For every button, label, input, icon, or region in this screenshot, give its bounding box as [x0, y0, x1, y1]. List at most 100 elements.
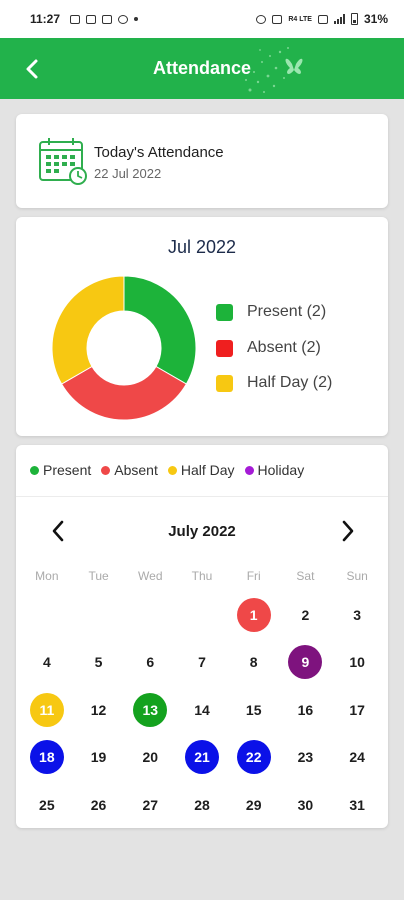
calendar-day-13[interactable]: 13 — [124, 686, 176, 734]
calendar-day-29[interactable]: 29 — [228, 781, 280, 829]
calendar-legend-label: Present — [43, 462, 92, 478]
calendar-legend-label: Half Day — [180, 462, 235, 478]
calendar-day-19[interactable]: 19 — [73, 734, 125, 782]
calendar-legend: Present Absent Half Day Holiday — [30, 462, 304, 478]
monthly-summary-card: Jul 2022 Present (2) Absent (2) Half Day… — [16, 217, 388, 436]
calendar-day-14[interactable]: 14 — [176, 686, 228, 734]
legend-half-day-swatch — [216, 374, 233, 392]
attendance-donut-chart — [51, 275, 197, 421]
legend-absent-swatch — [216, 339, 233, 357]
calendar-day-number: 5 — [94, 654, 103, 671]
calendar-day-28[interactable]: 28 — [176, 781, 228, 829]
calendar-day-8[interactable]: 8 — [228, 639, 280, 687]
calendar-day-24[interactable]: 24 — [331, 734, 383, 782]
calendar-day-number: 12 — [90, 701, 107, 718]
calendar-day-26[interactable]: 26 — [73, 781, 125, 829]
calendar-day-6[interactable]: 6 — [124, 639, 176, 687]
status-time: 11:27 — [30, 12, 61, 26]
today-attendance-date: 22 Jul 2022 — [94, 166, 162, 181]
calendar-day-25[interactable]: 25 — [21, 781, 73, 829]
donut-slice-half-day — [51, 275, 125, 385]
calendar-legend-half-day: Half Day — [167, 462, 235, 478]
calendar-day-number: 25 — [39, 796, 55, 813]
wifi-icon — [317, 14, 328, 24]
calendar-day-2[interactable]: 2 — [280, 591, 332, 639]
calendar-day-11[interactable]: 11 — [21, 686, 73, 734]
legend-present-label: Present (2) — [247, 303, 327, 320]
calendar-day-number: 17 — [349, 701, 365, 718]
calendar-day-10[interactable]: 10 — [331, 639, 383, 687]
calendar-day-number: 22 — [236, 740, 271, 775]
calendar-day-number: 29 — [245, 796, 262, 813]
today-attendance-title: Today's Attendance — [94, 144, 224, 161]
present-dot-icon — [30, 465, 39, 475]
calendar-day-number: 7 — [198, 654, 206, 671]
calendar-day-number: 19 — [90, 749, 107, 766]
battery-percent: 31% — [363, 12, 388, 26]
calendar-day-18[interactable]: 18 — [21, 734, 73, 782]
calendar-day-31[interactable]: 31 — [331, 781, 383, 829]
app-bar: Attendance — [0, 38, 404, 99]
calendar-day-7[interactable]: 7 — [176, 639, 228, 687]
message-icon — [70, 14, 81, 24]
calendar-day-22[interactable]: 22 — [228, 734, 280, 782]
page-title: Attendance — [152, 58, 251, 78]
calendar-day-23[interactable]: 23 — [280, 734, 332, 782]
summary-month-title: Jul 2022 — [167, 237, 237, 257]
calendar-day-30[interactable]: 30 — [280, 781, 332, 829]
calendar-day-number: 28 — [194, 796, 210, 813]
calendar-day-16[interactable]: 16 — [280, 686, 332, 734]
calendar-card: Present Absent Half Day Holiday July 202… — [16, 445, 388, 828]
weekday-label: Sun — [346, 569, 368, 583]
calendar-day-number: 23 — [297, 749, 314, 766]
gallery-icon — [86, 14, 97, 24]
network-speed: R4 LTE — [288, 15, 312, 23]
calendar-day-number: 30 — [297, 796, 314, 813]
calendar-day-number: 18 — [29, 740, 64, 775]
today-attendance-card[interactable]: Today's Attendance 22 Jul 2022 — [16, 114, 388, 208]
calendar-day-number: 24 — [349, 749, 365, 766]
calendar-empty-cell — [21, 591, 73, 639]
calendar-day-9[interactable]: 9 — [280, 639, 332, 687]
holiday-dot-icon — [244, 465, 254, 475]
calendar-day-number: 20 — [142, 749, 159, 766]
calendar-empty-cell — [124, 591, 176, 639]
calendar-day-27[interactable]: 27 — [124, 781, 176, 829]
calendar-day-1[interactable]: 1 — [228, 591, 280, 639]
weekday-label: Mon — [35, 569, 59, 583]
weekday-label: Thu — [191, 569, 213, 583]
legend-present: Present (2) — [216, 303, 326, 321]
next-month-button[interactable] — [334, 517, 362, 545]
status-bar: 11:27 R4 LTE 31% — [0, 0, 404, 38]
weekday-label: Wed — [138, 569, 163, 583]
battery-icon — [350, 13, 358, 25]
calendar-days-grid: 1 2 3 4 5 6 7 8 9 10 11 12 13 14 15 16 17 18 19 20 21 22 23 24 2… — [21, 591, 383, 829]
calendar-empty-cell — [176, 591, 228, 639]
calendar-day-number: 15 — [245, 701, 262, 718]
calendar-day-number: 9 — [288, 645, 323, 680]
calendar-day-17[interactable]: 17 — [331, 686, 383, 734]
calendar-day-15[interactable]: 15 — [228, 686, 280, 734]
chevron-right-icon — [342, 520, 354, 542]
calendar-legend-holiday: Holiday — [244, 462, 304, 478]
calendar-day-21[interactable]: 21 — [176, 734, 228, 782]
donut-slice-present — [123, 275, 197, 385]
calendar-day-number: 8 — [249, 654, 258, 671]
calendar-month-label: July 2022 — [168, 523, 236, 540]
calendar-day-number: 11 — [29, 692, 64, 727]
calendar-day-5[interactable]: 5 — [73, 639, 125, 687]
calendar-empty-cell — [73, 591, 125, 639]
signal-icon — [333, 14, 345, 24]
calendar-day-20[interactable]: 20 — [124, 734, 176, 782]
calendar-day-number: 6 — [146, 654, 155, 671]
calendar-day-4[interactable]: 4 — [21, 639, 73, 687]
calendar-legend-absent: Absent — [101, 462, 158, 478]
alarm-icon — [256, 14, 267, 24]
calendar-day-number: 14 — [194, 701, 210, 718]
calendar-day-12[interactable]: 12 — [73, 686, 125, 734]
weekday-label: Fri — [246, 569, 261, 583]
calendar-day-number: 16 — [297, 701, 314, 718]
vibrate-icon — [272, 14, 283, 24]
app-notification-icon — [102, 14, 113, 24]
calendar-day-3[interactable]: 3 — [331, 591, 383, 639]
